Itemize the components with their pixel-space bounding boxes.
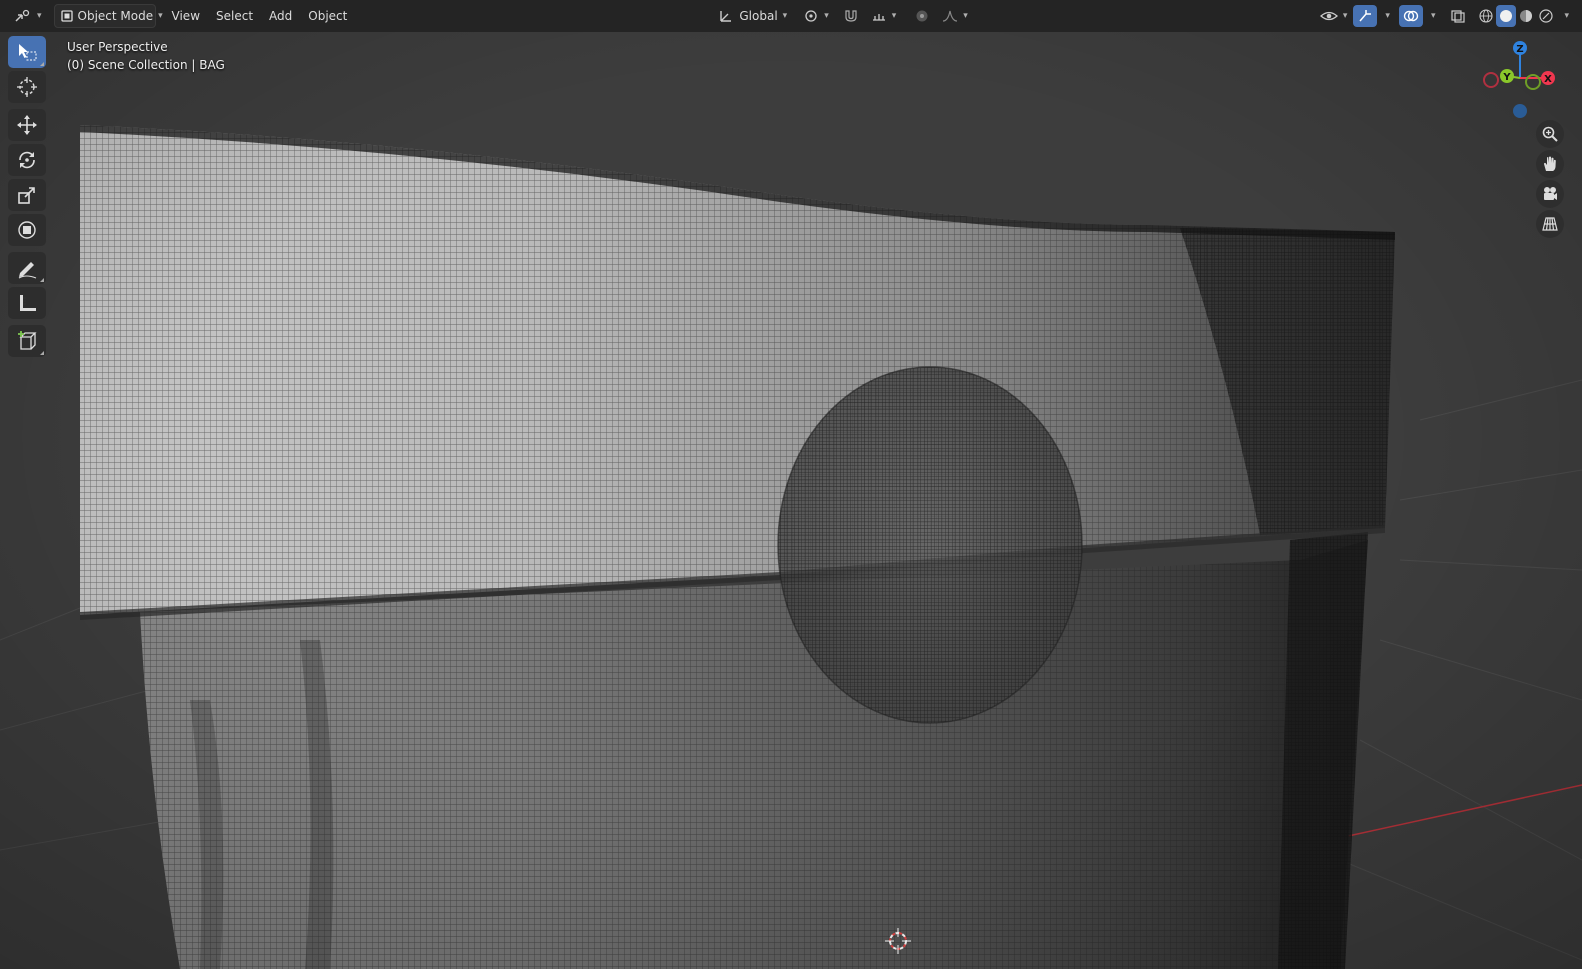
overlays-dropdown[interactable]: ▾ [1423,5,1439,27]
overlays-icon [1403,9,1419,23]
chevron-down-icon: ▾ [1342,11,1348,21]
mode-label: Object Mode [77,9,154,23]
pivot-dropdown[interactable]: ▾ [797,5,835,27]
orientation-icon [719,9,733,23]
transform-tool[interactable] [8,214,46,246]
snap-target-dropdown[interactable]: ▾ [865,5,903,27]
pencil-icon [16,257,38,279]
falloff-dropdown[interactable]: ▾ [936,5,974,27]
visibility-dropdown[interactable]: ▾ [1314,5,1354,27]
measure-tool[interactable] [8,287,46,319]
select-box-icon [16,42,38,62]
chevron-down-icon: ▾ [782,11,788,21]
viewport-header: ▾ Object Mode ▾ View Select Add Object G… [0,0,1582,32]
blender-window: ▾ Object Mode ▾ View Select Add Object G… [0,0,1582,969]
gizmo-toggle[interactable] [1353,5,1378,27]
snap-toggle[interactable] [837,5,865,27]
tool-variants-indicator [40,351,44,355]
proportional-edit-toggle[interactable] [908,5,936,27]
ruler-icon [16,292,38,314]
3d-viewport[interactable] [0,0,1582,969]
transform-icon [16,219,38,241]
rotate-tool[interactable] [8,144,46,176]
editor-type-icon [14,9,32,23]
pan-button[interactable] [1536,150,1564,178]
chevron-down-icon: ▾ [158,11,163,21]
orientation-dropdown[interactable]: Global ▾ [713,5,793,27]
xray-icon [1450,9,1466,23]
chevron-down-icon: ▾ [1564,11,1569,21]
viewport-scene [0,0,1582,969]
chevron-down-icon: ▾ [824,11,829,21]
rendered-shading-button[interactable] [1536,5,1556,27]
shading-dropdown[interactable]: ▾ [1556,5,1572,27]
object-mode-icon [60,10,73,22]
scale-tool[interactable] [8,179,46,211]
scale-icon [16,184,38,206]
chevron-down-icon: ▾ [1385,11,1390,21]
menu-add[interactable]: Add [263,5,298,27]
menu-view[interactable]: View [166,5,206,27]
cursor-icon [16,76,38,98]
camera-icon [1541,185,1559,203]
menu-object[interactable]: Object [302,5,353,27]
navigation-gizmo[interactable]: Z Y X [1482,36,1578,246]
y-axis-label: Y [1502,72,1511,83]
x-axis-label: X [1544,74,1552,85]
overlays-toggle[interactable] [1398,5,1423,27]
pivot-icon [803,9,819,23]
z-axis-label: Z [1516,44,1523,55]
tool-shelf [8,36,48,360]
gizmo-icon [1357,9,1373,23]
magnet-icon [843,9,859,23]
rendered-sphere-icon [1539,9,1554,23]
falloff-curve-icon [942,9,958,23]
snap-increment-icon [871,9,887,23]
move-tool[interactable] [8,109,46,141]
eye-icon [1319,9,1338,23]
chevron-down-icon: ▾ [37,11,42,21]
tool-variants-indicator [40,62,44,66]
solid-sphere-icon [1499,9,1513,23]
zoom-button[interactable] [1536,120,1564,148]
collection-info-label: (0) Scene Collection | BAG [67,58,225,72]
proportional-edit-icon [914,9,930,23]
orientation-label: Global [739,9,778,23]
xray-toggle[interactable] [1444,5,1472,27]
neg-x-axis-handle [1483,72,1499,88]
material-sphere-icon [1519,9,1533,23]
zoom-magnifier-icon [1541,125,1559,143]
chevron-down-icon: ▾ [1430,11,1436,21]
chevron-down-icon: ▾ [963,11,968,21]
camera-view-button[interactable] [1536,180,1564,208]
gizmo-dropdown[interactable]: ▾ [1377,5,1393,27]
add-cube-icon [15,330,39,352]
select-box-tool[interactable] [8,36,46,68]
tool-variants-indicator [40,278,44,282]
add-cube-tool[interactable] [8,325,46,357]
chevron-down-icon: ▾ [891,11,897,21]
annotate-tool[interactable] [8,252,46,284]
editor-type-button[interactable]: ▾ [8,5,48,27]
hand-icon [1541,155,1559,173]
shading-group: ▾ [1476,5,1572,27]
axis-gizmo[interactable]: Z Y X [1482,36,1578,126]
view-name-label: User Perspective [67,40,168,54]
cursor-tool[interactable] [8,71,46,103]
move-arrows-icon [16,114,38,136]
perspective-toggle-button[interactable] [1536,210,1564,238]
viewport-info: User Perspective (0) Scene Collection | … [67,38,225,74]
material-shading-button[interactable] [1516,5,1536,27]
rotate-icon [16,149,38,171]
menu-select[interactable]: Select [210,5,259,27]
solid-shading-button[interactable] [1496,5,1517,27]
wireframe-sphere-icon [1479,9,1494,23]
grid-perspective-icon [1541,215,1559,233]
wireframe-shading-button[interactable] [1476,5,1496,27]
neg-z-axis-handle [1513,104,1527,118]
mode-dropdown[interactable]: Object Mode ▾ [53,4,163,28]
